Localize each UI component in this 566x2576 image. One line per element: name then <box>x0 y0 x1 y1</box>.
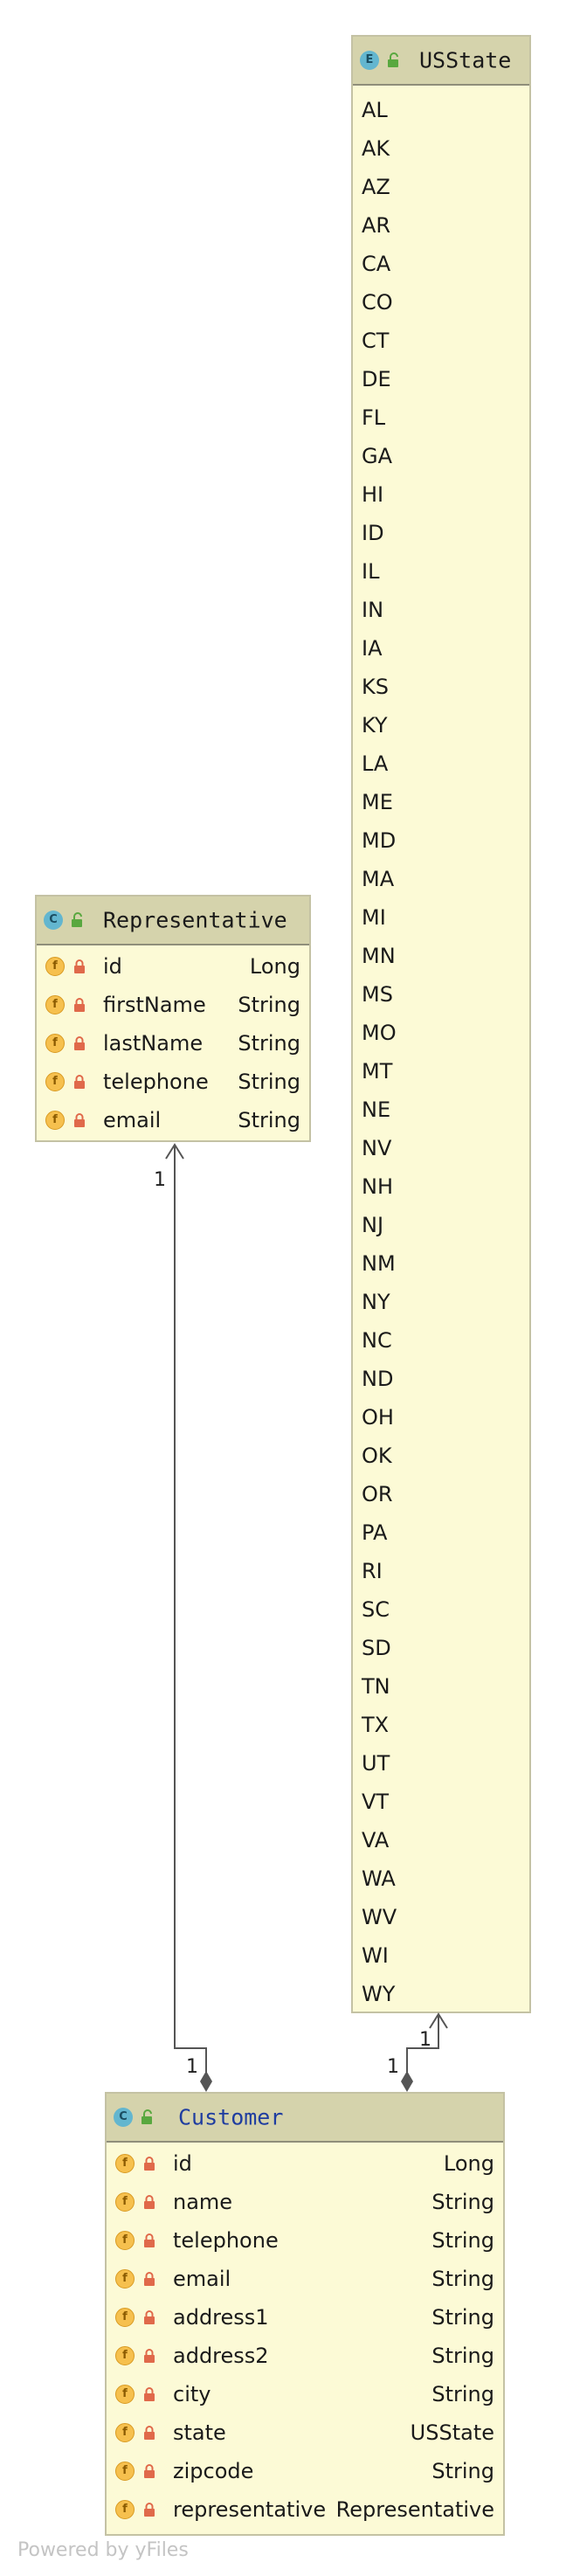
representative-multiplicity: 1 <box>154 1169 166 1191</box>
customer-representative-diamond <box>200 2071 212 2092</box>
customer-representative-edge[interactable] <box>174 1145 207 2080</box>
usstate-multiplicity: 1 <box>419 2029 431 2051</box>
customer-usstate-multiplicity: 1 <box>387 2056 399 2078</box>
association-connectors <box>165 1143 448 2092</box>
powered-by-watermark: Powered by yFiles <box>17 2539 189 2561</box>
customer-representative-multiplicity: 1 <box>186 2056 198 2078</box>
customer-usstate-diamond <box>401 2071 413 2092</box>
